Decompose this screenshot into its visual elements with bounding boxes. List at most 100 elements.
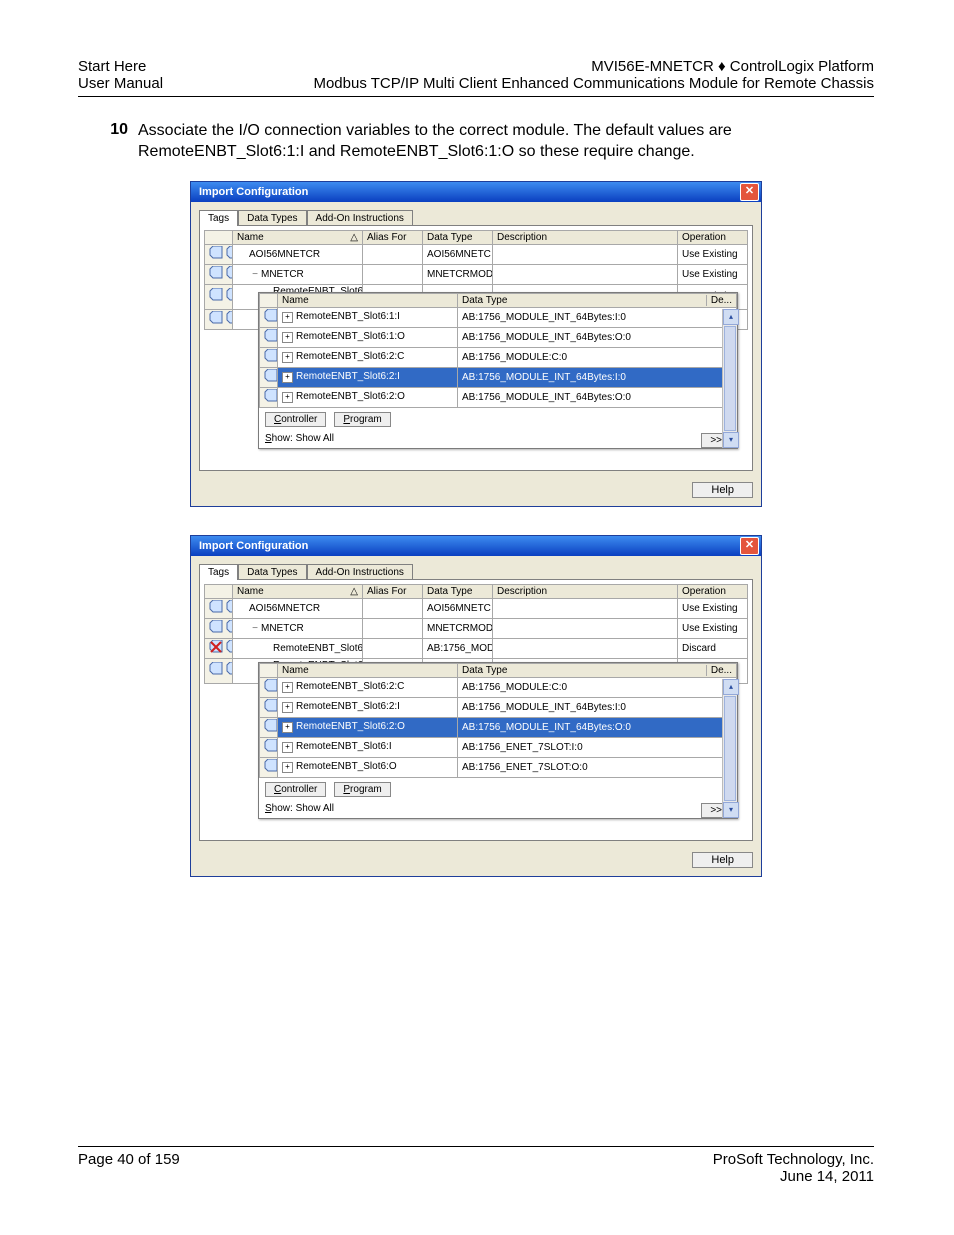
dd-col-de[interactable]: De... — [706, 665, 732, 676]
tag-icon — [260, 387, 278, 407]
dropdown-scrollbar[interactable]: ▴ ▾ — [722, 679, 737, 818]
col-alias[interactable]: Alias For — [363, 584, 423, 598]
dd-col-name[interactable]: Name — [278, 293, 458, 307]
sort-asc-icon[interactable]: △ — [350, 232, 358, 243]
cell-alias[interactable] — [363, 244, 423, 264]
dd-cell-name: +RemoteENBT_Slot6:2:I — [278, 697, 458, 717]
tag-picker-dropdown[interactable]: Name Data TypeDe... +RemoteENBT_Slot6:1:… — [258, 292, 738, 449]
dropdown-row[interactable]: +RemoteENBT_Slot6:1:O AB:1756_MODULE_INT… — [260, 327, 737, 347]
dropdown-row[interactable]: +RemoteENBT_Slot6:2:C AB:1756_MODULE:C:0 — [260, 347, 737, 367]
dropdown-row[interactable]: +RemoteENBT_Slot6:2:I AB:1756_MODULE_INT… — [260, 697, 737, 717]
expand-icon[interactable]: + — [282, 702, 293, 713]
dd-col-de[interactable]: De... — [706, 295, 732, 306]
cell-op[interactable]: Use Existing — [678, 598, 748, 618]
dd-col-name[interactable]: Name — [278, 663, 458, 677]
dropdown-scrollbar[interactable]: ▴ ▾ — [722, 309, 737, 448]
dropdown-row[interactable]: +RemoteENBT_Slot6:1:I AB:1756_MODULE_INT… — [260, 307, 737, 327]
expand-icon[interactable]: + — [282, 312, 293, 323]
expand-icon[interactable]: + — [282, 762, 293, 773]
cell-op[interactable]: Discard — [678, 638, 748, 658]
dialog-titlebar[interactable]: Import Configuration ✕ — [191, 536, 761, 556]
expand-icon[interactable]: + — [282, 722, 293, 733]
cell-op[interactable]: Use Existing — [678, 264, 748, 284]
dropdown-row[interactable]: +RemoteENBT_Slot6:2:C AB:1756_MODULE:C:0 — [260, 677, 737, 697]
expand-icon[interactable]: + — [282, 392, 293, 403]
cell-alias[interactable] — [363, 638, 423, 658]
cell-alias[interactable] — [363, 618, 423, 638]
col-dtype[interactable]: Data Type — [423, 230, 493, 244]
dropdown-row[interactable]: +RemoteENBT_Slot6:2:I AB:1756_MODULE_INT… — [260, 367, 737, 387]
col-desc[interactable]: Description — [493, 230, 678, 244]
close-button[interactable]: ✕ — [740, 183, 759, 201]
col-name[interactable]: Name △ — [233, 230, 363, 244]
tab-tags[interactable]: Tags — [199, 564, 238, 580]
expand-icon[interactable]: + — [282, 332, 293, 343]
footer-date: June 14, 2011 — [713, 1168, 874, 1185]
dropdown-row[interactable]: +RemoteENBT_Slot6:2:O AB:1756_MODULE_INT… — [260, 387, 737, 407]
dropdown-row[interactable]: +RemoteENBT_Slot6:I AB:1756_ENET_7SLOT:I… — [260, 737, 737, 757]
table-row[interactable]: AOI56MNETCR AOI56MNETC Use Existing — [205, 598, 748, 618]
col-dtype[interactable]: Data Type — [423, 584, 493, 598]
dd-cell-name: +RemoteENBT_Slot6:1:I — [278, 307, 458, 327]
show-filter[interactable]: Show: Show All >> — [259, 801, 737, 818]
expand-icon[interactable]: + — [282, 372, 293, 383]
cell-op[interactable]: Use Existing — [678, 618, 748, 638]
controller-button[interactable]: Controller — [265, 782, 326, 797]
tab-data-types[interactable]: Data Types — [238, 564, 306, 580]
expand-icon[interactable]: + — [282, 682, 293, 693]
cell-name[interactable]: −MNETCR — [233, 618, 363, 638]
grid-header-row: Name △ Alias For Data Type Description O… — [205, 584, 748, 598]
table-row[interactable]: AOI56MNETCR AOI56MNETC Use Existing — [205, 244, 748, 264]
col-op[interactable]: Operation — [678, 230, 748, 244]
header-right-bottom: Modbus TCP/IP Multi Client Enhanced Comm… — [313, 75, 874, 92]
cell-desc — [493, 618, 678, 638]
tab-data-types[interactable]: Data Types — [238, 210, 306, 226]
sort-asc-icon[interactable]: △ — [350, 586, 358, 597]
cell-name[interactable]: AOI56MNETCR — [233, 598, 363, 618]
tab-addon-instructions[interactable]: Add-On Instructions — [307, 564, 413, 580]
dialog-titlebar[interactable]: Import Configuration ✕ — [191, 182, 761, 202]
cell-name[interactable]: RemoteENBT_Slot6:2:I — [233, 638, 363, 658]
table-row[interactable]: −MNETCR MNETCRMOD Use Existing — [205, 618, 748, 638]
tab-tags[interactable]: Tags — [199, 210, 238, 226]
scroll-up-icon[interactable]: ▴ — [723, 679, 739, 695]
controller-button[interactable]: Controller — [265, 412, 326, 427]
close-button[interactable]: ✕ — [740, 537, 759, 555]
tag-icon — [260, 677, 278, 697]
tag-picker-dropdown[interactable]: Name Data TypeDe... +RemoteENBT_Slot6:2:… — [258, 662, 738, 819]
tag-icon — [260, 757, 278, 777]
dd-cell-dtype: AB:1756_MODULE_INT_64Bytes:I:0 — [458, 307, 737, 327]
cell-alias[interactable] — [363, 598, 423, 618]
col-desc[interactable]: Description — [493, 584, 678, 598]
scroll-down-icon[interactable]: ▾ — [723, 802, 739, 818]
expand-icon[interactable]: + — [282, 742, 293, 753]
help-button[interactable]: Help — [692, 852, 753, 868]
col-op[interactable]: Operation — [678, 584, 748, 598]
step-number: 10 — [78, 121, 128, 163]
program-button[interactable]: Program — [334, 412, 390, 427]
col-name[interactable]: Name △ — [233, 584, 363, 598]
row-status-icons — [205, 244, 233, 264]
scroll-thumb[interactable] — [724, 326, 736, 431]
cell-name[interactable]: −MNETCR — [233, 264, 363, 284]
cell-op[interactable]: Use Existing — [678, 244, 748, 264]
scroll-down-icon[interactable]: ▾ — [723, 432, 739, 448]
cell-alias[interactable] — [363, 264, 423, 284]
expand-icon[interactable]: + — [282, 352, 293, 363]
scroll-thumb[interactable] — [724, 696, 736, 801]
program-button[interactable]: Program — [334, 782, 390, 797]
show-filter[interactable]: Show: Show All >> — [259, 431, 737, 448]
dd-cell-dtype: AB:1756_MODULE_INT_64Bytes:O:0 — [458, 327, 737, 347]
help-button[interactable]: Help — [692, 482, 753, 498]
tab-addon-instructions[interactable]: Add-On Instructions — [307, 210, 413, 226]
dropdown-row[interactable]: +RemoteENBT_Slot6:2:O AB:1756_MODULE_INT… — [260, 717, 737, 737]
dd-col-dtype[interactable]: Data TypeDe... — [458, 663, 737, 677]
cell-dtype: AOI56MNETC — [423, 598, 493, 618]
table-row[interactable]: −MNETCR MNETCRMOD Use Existing — [205, 264, 748, 284]
dropdown-row[interactable]: +RemoteENBT_Slot6:O AB:1756_ENET_7SLOT:O… — [260, 757, 737, 777]
cell-name[interactable]: AOI56MNETCR — [233, 244, 363, 264]
scroll-up-icon[interactable]: ▴ — [723, 309, 739, 325]
dd-col-dtype[interactable]: Data TypeDe... — [458, 293, 737, 307]
table-row[interactable]: RemoteENBT_Slot6:2:I AB:1756_MOD Discard — [205, 638, 748, 658]
col-alias[interactable]: Alias For — [363, 230, 423, 244]
